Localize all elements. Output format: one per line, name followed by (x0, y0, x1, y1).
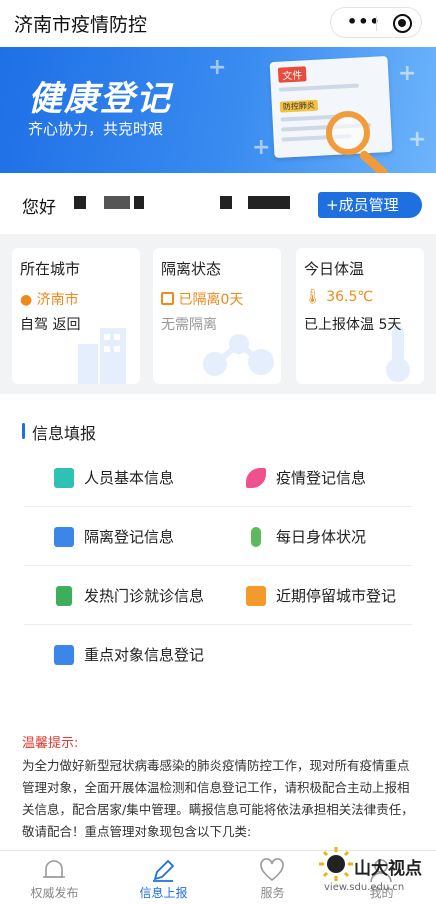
tab-services[interactable]: 服务 (218, 851, 327, 904)
banner-subtitle: 齐心协力，共克时艰 (28, 120, 164, 138)
sun-logo-icon (319, 847, 353, 881)
entry-label: 人员基本信息 (84, 469, 175, 487)
location-pin-icon: ● (20, 292, 33, 308)
greeting-text: 您好 (22, 198, 56, 218)
entry-label: 发热门诊就诊信息 (84, 587, 205, 605)
member-management-button[interactable]: +成员管理 (318, 192, 422, 218)
target-circle-icon[interactable] (393, 14, 412, 33)
watermark: 山大视点 view.sdu.edu.cn (314, 838, 434, 902)
magnifier-icon (326, 111, 370, 155)
city-value: ● 济南市 (20, 289, 79, 309)
entry-label: 重点对象信息登记 (84, 646, 205, 664)
epidemic-info-entry[interactable]: 疫情登记信息 (246, 467, 366, 488)
status-area: 所在城市 ● 济南市 自驾 返回 隔离状态 已隔离0天 无需隔离 今日体温 🌡 (0, 234, 436, 394)
entry-label: 疫情登记信息 (276, 469, 367, 487)
tab-label: 权威发布 (30, 886, 79, 900)
temperature-note-prefix: 已上报体温 (304, 317, 374, 333)
masked-name (134, 196, 144, 209)
isolation-info-entry[interactable]: 隔离登记信息 (54, 526, 174, 547)
notice-body: 为全力做好新型冠状病毒感染的肺炎疫情防控工作，现对所有疫情重点管理对象，全面开展… (22, 758, 414, 839)
health-banner: + + + + 健康登记 齐心协力，共克时艰 文件 防控肺炎 (0, 47, 436, 173)
watermark-text: 山大视点 (354, 859, 422, 879)
navbar: 济南市疫情防控 ••• (0, 0, 436, 46)
info-row: 人员基本信息 疫情登记信息 (24, 448, 412, 507)
watermark-url: view.sdu.edu.cn (324, 882, 405, 893)
city-note: 自驾 返回 (20, 317, 81, 333)
thermometer-icon (251, 526, 261, 547)
feather-icon (246, 467, 266, 488)
basic-info-entry[interactable]: 人员基本信息 (54, 467, 174, 488)
info-section-title: 信息填报 (22, 420, 96, 444)
tab-announcements[interactable]: 权威发布 (0, 851, 109, 904)
masked-name (74, 196, 86, 209)
form-icon (54, 526, 74, 547)
isolation-days: 已隔离0天 (178, 292, 244, 308)
calendar-check-icon (161, 292, 174, 305)
building-icon (246, 585, 266, 606)
temperature-card[interactable]: 今日体温 🌡 36.5℃ 已上报体温 5天 (296, 248, 424, 384)
user-card-icon (54, 644, 74, 665)
capsule-divider (376, 16, 377, 31)
city-card[interactable]: 所在城市 ● 济南市 自驾 返回 (12, 248, 140, 384)
entry-label: 隔离登记信息 (84, 528, 175, 546)
tab-label: 信息上报 (139, 886, 188, 900)
info-row: 发热门诊就诊信息 近期停留城市登记 (24, 566, 412, 625)
daily-health-entry[interactable]: 每日身体状况 (246, 526, 366, 547)
greeting-bar: 您好 +成员管理 (0, 174, 436, 232)
bell-icon (43, 860, 65, 878)
isolation-value: 已隔离0天 (161, 289, 243, 309)
doc-tag: 文件 (277, 66, 307, 83)
id-card-icon (54, 467, 74, 488)
entry-label: 近期停留城市登记 (276, 587, 397, 605)
doc-sub-tag: 防控肺炎 (279, 99, 319, 113)
entry-label: 每日身体状况 (276, 528, 367, 546)
notice-box: 温馨提示: 为全力做好新型冠状病毒感染的肺炎疫情防控工作，现对所有疫情重点管理对… (0, 720, 436, 850)
recent-city-entry[interactable]: 近期停留城市登记 (246, 585, 396, 606)
isolation-card[interactable]: 隔离状态 已隔离0天 无需隔离 (153, 248, 281, 384)
city-title: 所在城市 (20, 260, 81, 278)
masked-phone (248, 196, 290, 209)
pen-icon (153, 859, 175, 882)
buildings-icon (78, 328, 126, 384)
page-title: 济南市疫情防控 (14, 14, 148, 36)
temperature-note-days: 5天 (378, 317, 402, 333)
tab-report[interactable]: 信息上报 (109, 851, 218, 904)
info-section: 信息填报 人员基本信息 疫情登记信息 隔离登记信息 每日身体状况 发热门诊就诊信… (0, 396, 436, 714)
capsule-menu: ••• (330, 7, 422, 38)
fever-clinic-entry[interactable]: 发热门诊就诊信息 (54, 585, 204, 606)
temperature-note: 已上报体温 5天 (304, 314, 401, 334)
city-name: 济南市 (36, 292, 79, 308)
tab-label: 服务 (260, 886, 285, 900)
info-row: 隔离登记信息 每日身体状况 (24, 507, 412, 566)
banner-title: 健康登记 (28, 79, 172, 119)
masked-name (104, 196, 130, 209)
key-person-entry[interactable]: 重点对象信息登记 (54, 644, 204, 665)
info-row: 重点对象信息登记 (24, 625, 412, 684)
notice-title: 温馨提示: (22, 736, 79, 751)
heart-icon (260, 858, 284, 882)
clinic-icon (56, 585, 72, 606)
thermometer-icon: 🌡 (304, 289, 322, 305)
isolation-note: 无需隔离 (161, 317, 217, 333)
isolation-title: 隔离状态 (161, 260, 222, 278)
temperature-reading: 36.5℃ (326, 289, 374, 305)
temperature-title: 今日体温 (304, 260, 365, 278)
masked-phone (220, 196, 232, 209)
temperature-value: 🌡 36.5℃ (304, 289, 373, 305)
